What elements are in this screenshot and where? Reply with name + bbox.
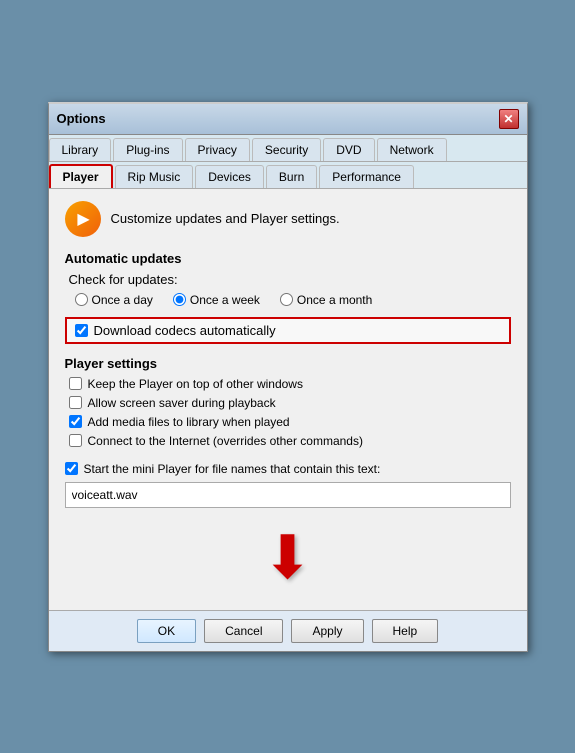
add-media-files-row: Add media files to library when played	[69, 415, 511, 429]
download-codecs-label: Download codecs automatically	[94, 323, 276, 338]
footer: OK Cancel Apply Help	[49, 610, 527, 651]
keep-on-top-label: Keep the Player on top of other windows	[88, 377, 303, 391]
radio-once-a-day-input[interactable]	[75, 293, 88, 306]
radio-once-a-week-label: Once a week	[190, 293, 260, 307]
tab-plugins[interactable]: Plug-ins	[113, 138, 182, 161]
tab-devices[interactable]: Devices	[195, 165, 264, 188]
tab-performance[interactable]: Performance	[319, 165, 414, 188]
connect-internet-row: Connect to the Internet (overrides other…	[69, 434, 511, 448]
allow-screensaver-row: Allow screen saver during playback	[69, 396, 511, 410]
download-codecs-row: Download codecs automatically	[65, 317, 511, 344]
radio-once-a-month-input[interactable]	[280, 293, 293, 306]
mini-player-checkbox[interactable]	[65, 462, 78, 475]
tab-privacy[interactable]: Privacy	[185, 138, 250, 161]
radio-once-a-week[interactable]: Once a week	[173, 293, 260, 307]
allow-screensaver-label: Allow screen saver during playback	[88, 396, 276, 410]
down-arrow-icon: ⬇	[262, 528, 312, 588]
tab-library[interactable]: Library	[49, 138, 112, 161]
tab-network[interactable]: Network	[377, 138, 447, 161]
connect-internet-label: Connect to the Internet (overrides other…	[88, 434, 363, 448]
radio-once-a-month-label: Once a month	[297, 293, 372, 307]
apply-button[interactable]: Apply	[291, 619, 363, 643]
download-codecs-checkbox[interactable]	[75, 324, 88, 337]
keep-on-top-row: Keep the Player on top of other windows	[69, 377, 511, 391]
mini-player-checkbox-row: Start the mini Player for file names tha…	[65, 462, 511, 476]
allow-screensaver-checkbox[interactable]	[69, 396, 82, 409]
radio-once-a-week-input[interactable]	[173, 293, 186, 306]
player-settings-section: Player settings Keep the Player on top o…	[65, 356, 511, 448]
mini-player-label: Start the mini Player for file names tha…	[84, 462, 381, 476]
tabs-row1: Library Plug-ins Privacy Security DVD Ne…	[49, 135, 527, 162]
tab-burn[interactable]: Burn	[266, 165, 317, 188]
keep-on-top-checkbox[interactable]	[69, 377, 82, 390]
mini-player-section: Start the mini Player for file names tha…	[65, 462, 511, 508]
radio-once-a-day[interactable]: Once a day	[75, 293, 153, 307]
player-settings-label: Player settings	[65, 356, 511, 371]
tab-player[interactable]: Player	[49, 164, 113, 188]
tabs-row2: Player Rip Music Devices Burn Performanc…	[49, 162, 527, 189]
content-area: Customize updates and Player settings. A…	[49, 189, 527, 610]
help-button[interactable]: Help	[372, 619, 439, 643]
automatic-updates-section: Automatic updates Check for updates: Onc…	[65, 251, 511, 344]
tab-rip-music[interactable]: Rip Music	[115, 165, 194, 188]
mini-player-text-input[interactable]	[65, 482, 511, 508]
check-for-updates-label: Check for updates:	[69, 272, 511, 287]
header-section: Customize updates and Player settings.	[65, 201, 511, 237]
radio-once-a-day-label: Once a day	[92, 293, 153, 307]
arrow-container: ⬇	[65, 508, 511, 598]
title-bar: Options ✕	[49, 104, 527, 135]
add-media-files-label: Add media files to library when played	[88, 415, 290, 429]
tab-security[interactable]: Security	[252, 138, 321, 161]
radio-group: Once a day Once a week Once a month	[75, 293, 511, 307]
add-media-files-checkbox[interactable]	[69, 415, 82, 428]
close-button[interactable]: ✕	[499, 109, 519, 129]
tab-dvd[interactable]: DVD	[323, 138, 374, 161]
header-description: Customize updates and Player settings.	[111, 211, 340, 226]
connect-internet-checkbox[interactable]	[69, 434, 82, 447]
options-dialog: Options ✕ Library Plug-ins Privacy Secur…	[48, 102, 528, 652]
player-icon	[65, 201, 101, 237]
automatic-updates-label: Automatic updates	[65, 251, 511, 266]
cancel-button[interactable]: Cancel	[204, 619, 283, 643]
ok-button[interactable]: OK	[137, 619, 196, 643]
window-title: Options	[57, 111, 106, 126]
radio-once-a-month[interactable]: Once a month	[280, 293, 372, 307]
